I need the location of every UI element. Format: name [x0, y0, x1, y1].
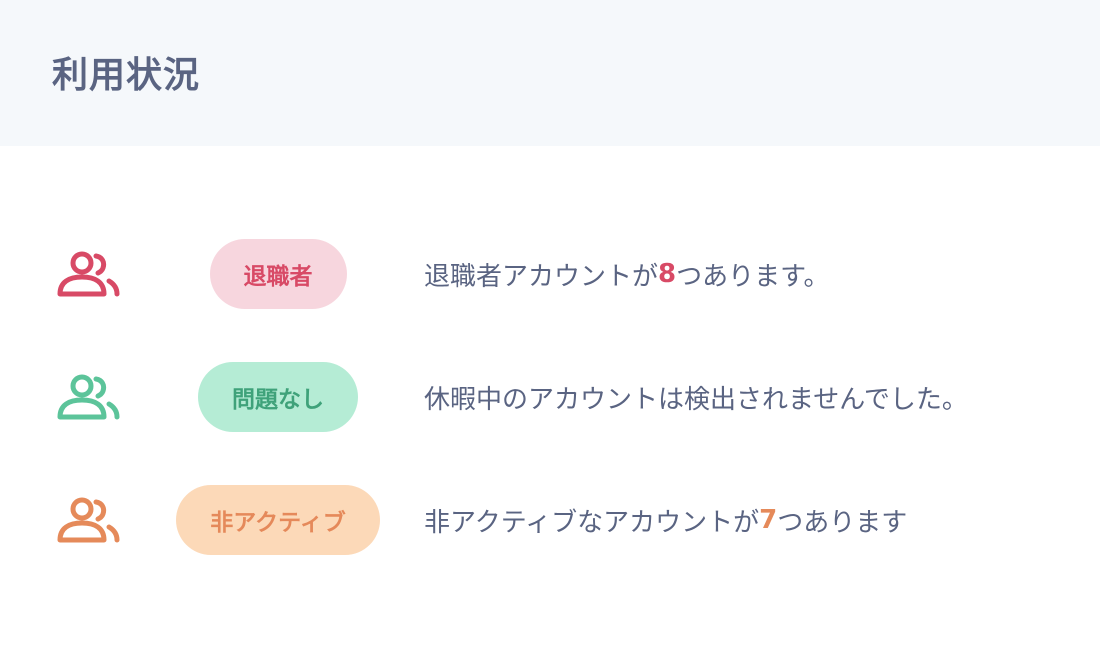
status-row-retired: 退職者 退職者アカウントが 8 つあります。	[0, 236, 1100, 312]
message-text-suffix: つあります。	[676, 261, 830, 292]
status-badge: 非アクティブ	[176, 485, 380, 555]
status-badge: 退職者	[209, 239, 347, 309]
message-text-suffix: つあります	[777, 507, 908, 538]
count-value: 7	[759, 505, 778, 535]
users-icon	[56, 496, 120, 544]
usage-status-card: 利用状況 退職者 退職者アカウントが 8 つあります。 問題なし 休暇中のアカウ…	[0, 0, 1100, 660]
card-header: 利用状況	[0, 0, 1100, 146]
status-row-vacation: 問題なし 休暇中のアカウントは検出されませんでした。	[0, 359, 1100, 435]
status-row-inactive: 非アクティブ 非アクティブなアカウントが 7 つあります	[0, 482, 1100, 558]
message-text: 非アクティブなアカウントが	[424, 507, 760, 538]
users-icon	[56, 373, 120, 421]
message-text: 退職者アカウントが	[424, 261, 659, 292]
page-title: 利用状況	[52, 55, 201, 96]
status-message: 休暇中のアカウントは検出されませんでした。	[424, 359, 968, 435]
status-list: 退職者 退職者アカウントが 8 つあります。 問題なし 休暇中のアカウントは検出され…	[0, 236, 1100, 605]
status-message: 退職者アカウントが 8 つあります。	[424, 236, 830, 312]
status-message: 非アクティブなアカウントが 7 つあります	[424, 482, 907, 558]
count-value: 8	[658, 259, 677, 289]
status-badge: 問題なし	[198, 362, 358, 432]
message-text: 休暇中のアカウントは検出されませんでした。	[424, 384, 968, 415]
users-icon	[56, 250, 120, 298]
